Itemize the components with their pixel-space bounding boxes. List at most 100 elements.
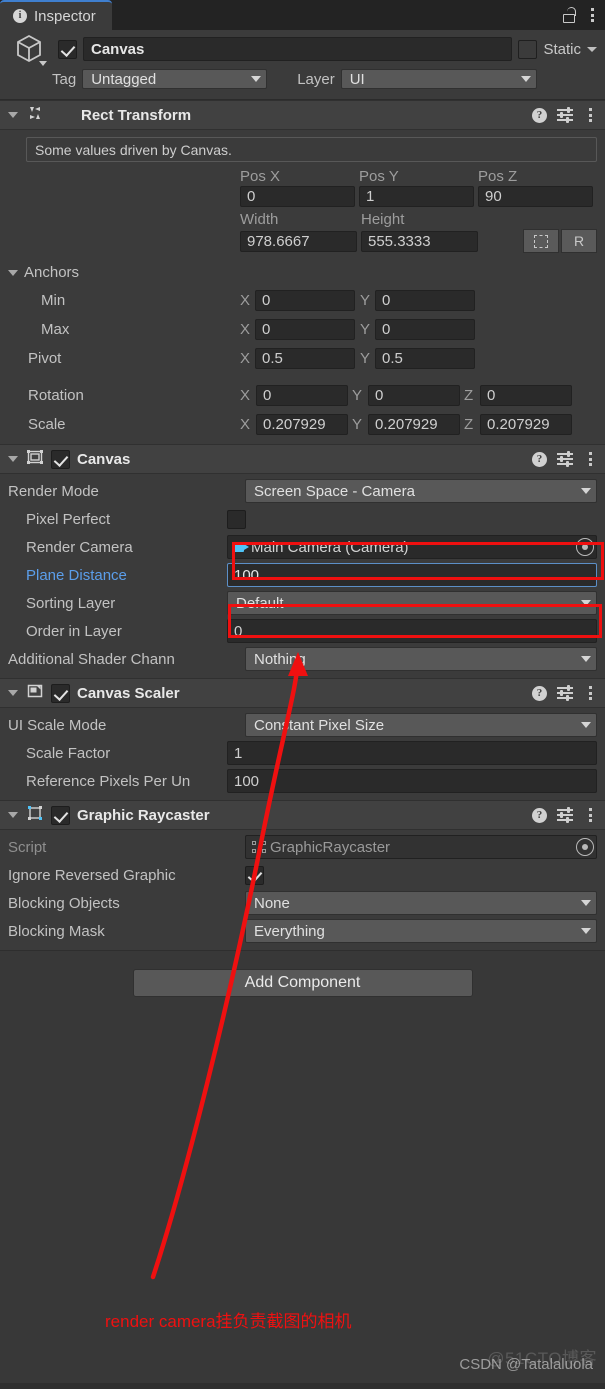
foldout-arrow-icon[interactable] xyxy=(8,812,18,818)
help-icon[interactable]: ? xyxy=(532,807,547,823)
axis-y-label: Y xyxy=(352,416,363,433)
render-camera-objectfield[interactable]: Main Camera (Camera) xyxy=(227,535,597,559)
blueprint-mode-button[interactable] xyxy=(523,229,559,253)
pixel-perfect-checkbox[interactable] xyxy=(227,509,246,529)
rect-transform-body: Some values driven by Canvas. Pos X Pos … xyxy=(0,130,605,444)
canvas-scaler-enabled-checkbox[interactable] xyxy=(51,683,70,703)
gameobject-name-input[interactable]: Canvas xyxy=(83,37,513,61)
reference-pixels-input[interactable]: 100 xyxy=(227,769,597,793)
preset-settings-icon[interactable] xyxy=(557,807,573,823)
pivot-x-input[interactable]: 0.5 xyxy=(255,348,355,369)
ui-scale-mode-row: UI Scale Mode Constant Pixel Size xyxy=(0,711,605,739)
scale-x-input[interactable]: 0.207929 xyxy=(256,414,348,435)
foldout-arrow-icon[interactable] xyxy=(8,456,18,462)
scale-z-input[interactable]: 0.207929 xyxy=(480,414,572,435)
chevron-down-icon xyxy=(581,488,591,494)
add-component-button[interactable]: Add Component xyxy=(132,969,473,997)
component-header-canvas-scaler[interactable]: Canvas Scaler ? xyxy=(0,678,605,708)
add-component-area: Add Component xyxy=(0,951,605,997)
ignore-reversed-graphics-checkbox[interactable] xyxy=(245,865,264,885)
plane-distance-input[interactable]: 100 xyxy=(227,563,597,587)
annotation-note: render camera挂负责截图的相机 xyxy=(105,1312,352,1331)
render-camera-row: Render Camera Main Camera (Camera) xyxy=(0,533,605,561)
sorting-layer-value: Default xyxy=(236,594,284,612)
axis-x-label: X xyxy=(240,292,251,309)
component-header-rect-transform[interactable]: Rect Transform ? xyxy=(0,100,605,130)
kebab-menu-icon[interactable] xyxy=(585,8,599,22)
anchor-min-x-input[interactable]: 0 xyxy=(255,290,355,311)
blocking-mask-dropdown[interactable]: Everything xyxy=(245,919,597,943)
sorting-layer-dropdown[interactable]: Default xyxy=(227,591,597,615)
pivot-y-input[interactable]: 0.5 xyxy=(375,348,475,369)
axis-x-label: X xyxy=(240,350,251,367)
static-dropdown-caret-icon[interactable] xyxy=(587,46,597,52)
chevron-down-icon xyxy=(251,76,262,82)
position-grid: Pos X Pos Y Pos Z 0 1 90 Width Height 97… xyxy=(0,168,605,253)
graphic-raycaster-icon xyxy=(26,804,44,826)
ignore-reversed-graphics-label: Ignore Reversed Graphic xyxy=(8,866,176,884)
width-input[interactable]: 978.6667 xyxy=(240,230,357,252)
scale-factor-input[interactable]: 1 xyxy=(227,741,597,765)
canvas-enabled-checkbox[interactable] xyxy=(51,449,70,469)
anchor-max-x-input[interactable]: 0 xyxy=(255,319,355,340)
anchor-max-y-input[interactable]: 0 xyxy=(375,319,475,340)
blocking-mask-row: Blocking Mask Everything xyxy=(0,917,605,945)
order-in-layer-label: Order in Layer xyxy=(26,622,122,640)
foldout-arrow-icon[interactable] xyxy=(8,112,18,118)
pos-x-label: Pos X xyxy=(240,168,281,185)
static-checkbox[interactable] xyxy=(518,39,538,59)
scale-y-input[interactable]: 0.207929 xyxy=(368,414,460,435)
graphic-raycaster-title: Graphic Raycaster xyxy=(77,806,210,824)
axis-x-label: X xyxy=(240,387,251,404)
component-header-canvas[interactable]: Canvas ? xyxy=(0,444,605,474)
anchors-foldout[interactable]: Anchors xyxy=(0,259,605,286)
preset-settings-icon[interactable] xyxy=(557,685,573,701)
help-icon[interactable]: ? xyxy=(532,685,547,701)
raw-edit-mode-button[interactable]: R xyxy=(561,229,597,253)
graphic-raycaster-enabled-checkbox[interactable] xyxy=(51,805,70,825)
layer-dropdown[interactable]: UI xyxy=(340,69,537,89)
help-icon[interactable]: ? xyxy=(532,107,547,123)
component-header-graphic-raycaster[interactable]: Graphic Raycaster ? xyxy=(0,800,605,830)
anchor-min-row: Min X 0 Y 0 xyxy=(0,286,605,315)
tag-label: Tag xyxy=(52,70,77,88)
help-icon[interactable]: ? xyxy=(532,451,547,467)
tag-dropdown[interactable]: Untagged xyxy=(82,69,268,89)
pos-z-input[interactable]: 90 xyxy=(478,186,593,207)
gameobject-enabled-checkbox[interactable] xyxy=(58,39,77,59)
preset-settings-icon[interactable] xyxy=(557,107,573,123)
rotation-z-input[interactable]: 0 xyxy=(480,385,572,406)
axis-x-label: X xyxy=(240,321,251,338)
tag-value: Untagged xyxy=(91,70,157,88)
foldout-arrow-icon[interactable] xyxy=(8,690,18,696)
component-menu-icon[interactable] xyxy=(583,452,597,466)
component-menu-icon[interactable] xyxy=(583,686,597,700)
pivot-label: Pivot xyxy=(28,350,62,367)
canvas-title: Canvas xyxy=(77,450,131,468)
prefab-cube-icon[interactable] xyxy=(12,31,52,71)
order-in-layer-input[interactable]: 0 xyxy=(227,619,597,643)
chevron-down-icon xyxy=(581,928,591,934)
object-picker-icon[interactable] xyxy=(576,838,594,856)
canvas-scaler-title: Canvas Scaler xyxy=(77,684,180,702)
chevron-down-icon xyxy=(520,76,531,82)
anchor-min-y-input[interactable]: 0 xyxy=(375,290,475,311)
object-picker-icon[interactable] xyxy=(576,538,594,556)
component-menu-icon[interactable] xyxy=(583,108,597,122)
rotation-x-input[interactable]: 0 xyxy=(256,385,348,406)
pos-x-input[interactable]: 0 xyxy=(240,186,355,207)
ui-scale-mode-dropdown[interactable]: Constant Pixel Size xyxy=(245,713,597,737)
anchors-label: Anchors xyxy=(24,264,80,281)
render-mode-dropdown[interactable]: Screen Space - Camera xyxy=(245,479,597,503)
component-menu-icon[interactable] xyxy=(583,808,597,822)
height-input[interactable]: 555.3333 xyxy=(361,230,478,252)
pos-y-input[interactable]: 1 xyxy=(359,186,474,207)
script-objectfield: GraphicRaycaster xyxy=(245,835,597,859)
additional-shader-channels-dropdown[interactable]: Nothing xyxy=(245,647,597,671)
blocking-objects-dropdown[interactable]: None xyxy=(245,891,597,915)
unlocked-padlock-icon[interactable] xyxy=(561,6,577,24)
axis-y-label: Y xyxy=(360,350,371,367)
tab-inspector[interactable]: i Inspector xyxy=(0,0,112,30)
preset-settings-icon[interactable] xyxy=(557,451,573,467)
rotation-y-input[interactable]: 0 xyxy=(368,385,460,406)
